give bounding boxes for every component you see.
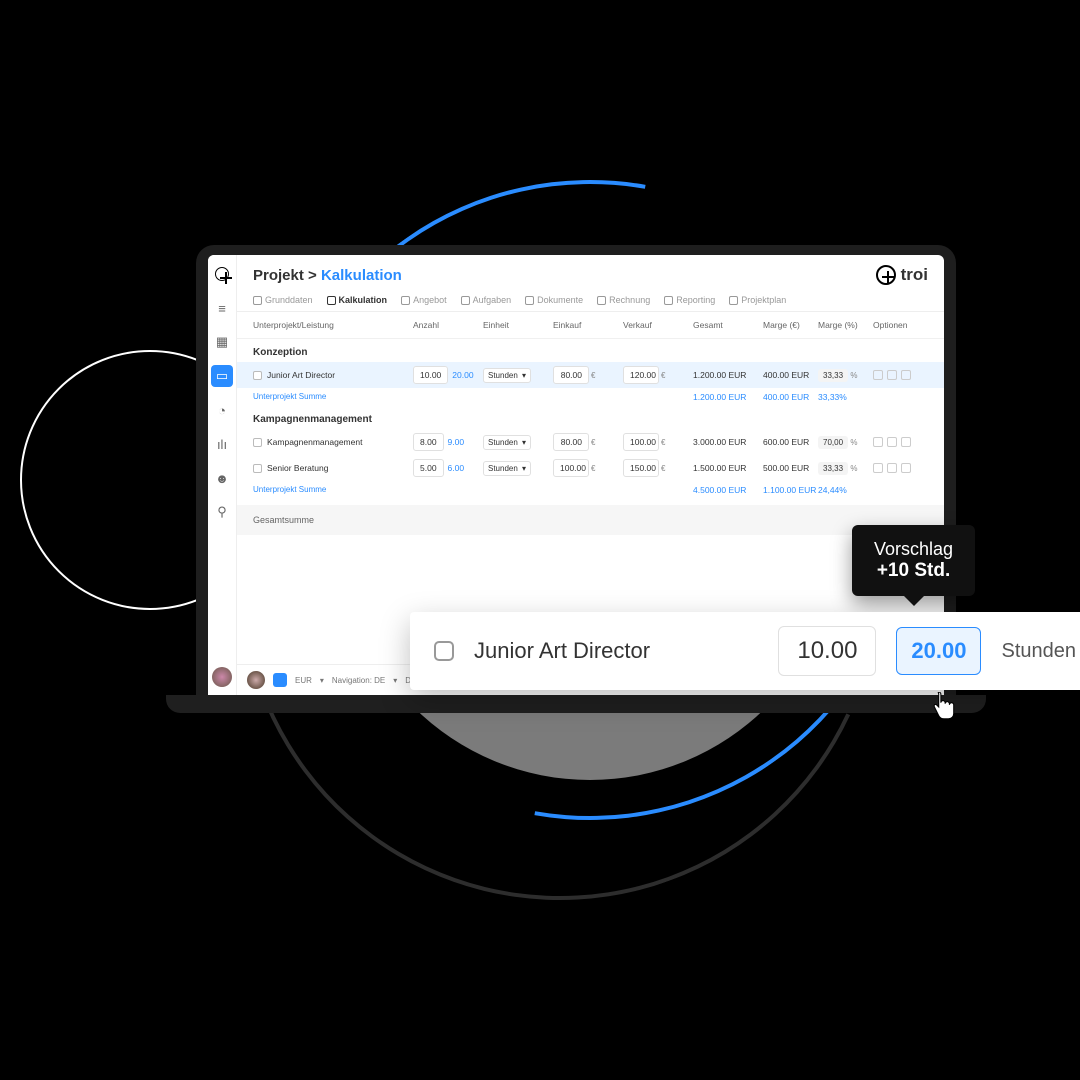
- tab-icon: [729, 296, 738, 305]
- brand-logo: troi: [876, 265, 928, 285]
- sell-input[interactable]: 150.00: [623, 459, 659, 477]
- cursor-hand-icon: [930, 692, 956, 722]
- qty-suggestion[interactable]: 6.00: [444, 463, 465, 473]
- sell-input[interactable]: 100.00: [623, 433, 659, 451]
- tab-icon: [597, 296, 606, 305]
- group-heading-konzeption: Konzeption: [237, 339, 944, 362]
- tab-icon: [401, 296, 410, 305]
- footer-avatar[interactable]: [247, 671, 265, 689]
- marge-pct-cell: 70,00: [818, 436, 848, 449]
- option-icon[interactable]: [901, 437, 911, 447]
- qty-suggestion[interactable]: 20.00: [896, 627, 981, 675]
- qty-input[interactable]: 5.00: [413, 459, 444, 477]
- logo-icon[interactable]: [211, 263, 233, 285]
- breadcrumb: Projekt > Kalkulation: [253, 267, 402, 284]
- tab-dokumente[interactable]: Dokumente: [525, 295, 583, 305]
- option-icon[interactable]: [873, 370, 883, 380]
- tab-rechnung[interactable]: Rechnung: [597, 295, 650, 305]
- table-row: Kampagnenmanagement 8.009.00 Stunden▾ 80…: [237, 429, 944, 455]
- unit-label: Stunden: [1001, 640, 1076, 663]
- qty-input[interactable]: 10.00: [778, 626, 876, 676]
- qty-suggestion[interactable]: 9.00: [444, 437, 465, 447]
- row-checkbox[interactable]: [253, 371, 262, 380]
- row-checkbox[interactable]: [253, 438, 262, 447]
- sidebar-item-dashboard[interactable]: ▦: [211, 331, 233, 353]
- sidebar-item-reports[interactable]: ılı: [211, 433, 233, 455]
- option-icon[interactable]: [873, 463, 883, 473]
- tab-icon: [664, 296, 673, 305]
- row-checkbox[interactable]: [434, 641, 454, 661]
- footer-currency[interactable]: EUR: [295, 676, 312, 685]
- total-cell: 3.000.00 EUR: [693, 437, 763, 447]
- zoomed-row: Junior Art Director 10.00 20.00 Stunden: [410, 612, 1080, 690]
- tab-grunddaten[interactable]: Grunddaten: [253, 295, 313, 305]
- sidebar-item-time[interactable]: ◔: [211, 399, 233, 421]
- zoom-row-name: Junior Art Director: [474, 638, 758, 664]
- option-icon[interactable]: [873, 437, 883, 447]
- subtotal-row: Unterprojekt Summe 1.200.00 EUR 400.00 E…: [237, 388, 944, 406]
- marge-eur-cell: 400.00 EUR: [763, 370, 818, 380]
- buy-input[interactable]: 80.00: [553, 433, 589, 451]
- chevron-down-icon: ▾: [522, 438, 526, 447]
- tab-icon: [253, 296, 262, 305]
- tab-projektplan[interactable]: Projektplan: [729, 295, 786, 305]
- tab-icon: [461, 296, 470, 305]
- table-row: Junior Art Director 10.0020.00 Stunden▾ …: [237, 362, 944, 388]
- option-icon[interactable]: [887, 463, 897, 473]
- tab-icon: [525, 296, 534, 305]
- footer-app-icon[interactable]: [273, 673, 287, 687]
- grand-total-row: Gesamtsumme: [237, 505, 944, 535]
- unit-select[interactable]: Stunden▾: [483, 368, 531, 383]
- option-icon[interactable]: [887, 370, 897, 380]
- tab-angebot[interactable]: Angebot: [401, 295, 447, 305]
- chevron-down-icon: ▾: [320, 676, 324, 685]
- sidebar-item-projects[interactable]: ▭: [211, 365, 233, 387]
- chevron-down-icon: ▾: [522, 371, 526, 380]
- marge-eur-cell: 500.00 EUR: [763, 463, 818, 473]
- unit-select[interactable]: Stunden▾: [483, 435, 531, 450]
- unit-select[interactable]: Stunden▾: [483, 461, 531, 476]
- tab-icon: [327, 296, 336, 305]
- suggestion-tooltip: Vorschlag +10 Std.: [852, 525, 975, 596]
- tab-aufgaben[interactable]: Aufgaben: [461, 295, 512, 305]
- subtotal-row: Unterprojekt Summe 4.500.00 EUR 1.100.00…: [237, 481, 944, 499]
- sell-input[interactable]: 120.00: [623, 366, 659, 384]
- qty-input[interactable]: 8.00: [413, 433, 444, 451]
- marge-pct-cell: 33,33: [818, 462, 848, 475]
- sidebar-item-pin[interactable]: ⚲: [211, 501, 233, 523]
- buy-input[interactable]: 100.00: [553, 459, 589, 477]
- table-row: Senior Beratung 5.006.00 Stunden▾ 100.00…: [237, 455, 944, 481]
- tab-bar: Grunddaten Kalkulation Angebot Aufgaben …: [237, 289, 944, 312]
- qty-suggestion[interactable]: 20.00: [448, 370, 473, 380]
- qty-input[interactable]: 10.00: [413, 366, 448, 384]
- breadcrumb-root[interactable]: Projekt: [253, 267, 304, 284]
- tab-kalkulation[interactable]: Kalkulation: [327, 295, 388, 305]
- sidebar: ≡ ▦ ▭ ◔ ılı ☻ ⚲: [208, 255, 237, 695]
- chevron-down-icon: ▾: [393, 676, 397, 685]
- tab-reporting[interactable]: Reporting: [664, 295, 715, 305]
- avatar[interactable]: [212, 667, 232, 687]
- total-cell: 1.500.00 EUR: [693, 463, 763, 473]
- option-icon[interactable]: [901, 370, 911, 380]
- row-checkbox[interactable]: [253, 464, 262, 473]
- brand-logo-icon: [876, 265, 896, 285]
- table-header: Unterprojekt/Leistung Anzahl Einheit Ein…: [237, 312, 944, 339]
- option-icon[interactable]: [887, 437, 897, 447]
- option-icon[interactable]: [901, 463, 911, 473]
- menu-icon[interactable]: ≡: [211, 297, 233, 319]
- group-heading-kampagnen: Kampagnenmanagement: [237, 406, 944, 429]
- marge-pct-cell: 33,33: [818, 369, 848, 382]
- chevron-down-icon: ▾: [522, 464, 526, 473]
- buy-input[interactable]: 80.00: [553, 366, 589, 384]
- footer-nav[interactable]: Navigation: DE: [332, 676, 385, 685]
- breadcrumb-current: Kalkulation: [321, 267, 402, 284]
- total-cell: 1.200.00 EUR: [693, 370, 763, 380]
- marge-eur-cell: 600.00 EUR: [763, 437, 818, 447]
- sidebar-item-user[interactable]: ☻: [211, 467, 233, 489]
